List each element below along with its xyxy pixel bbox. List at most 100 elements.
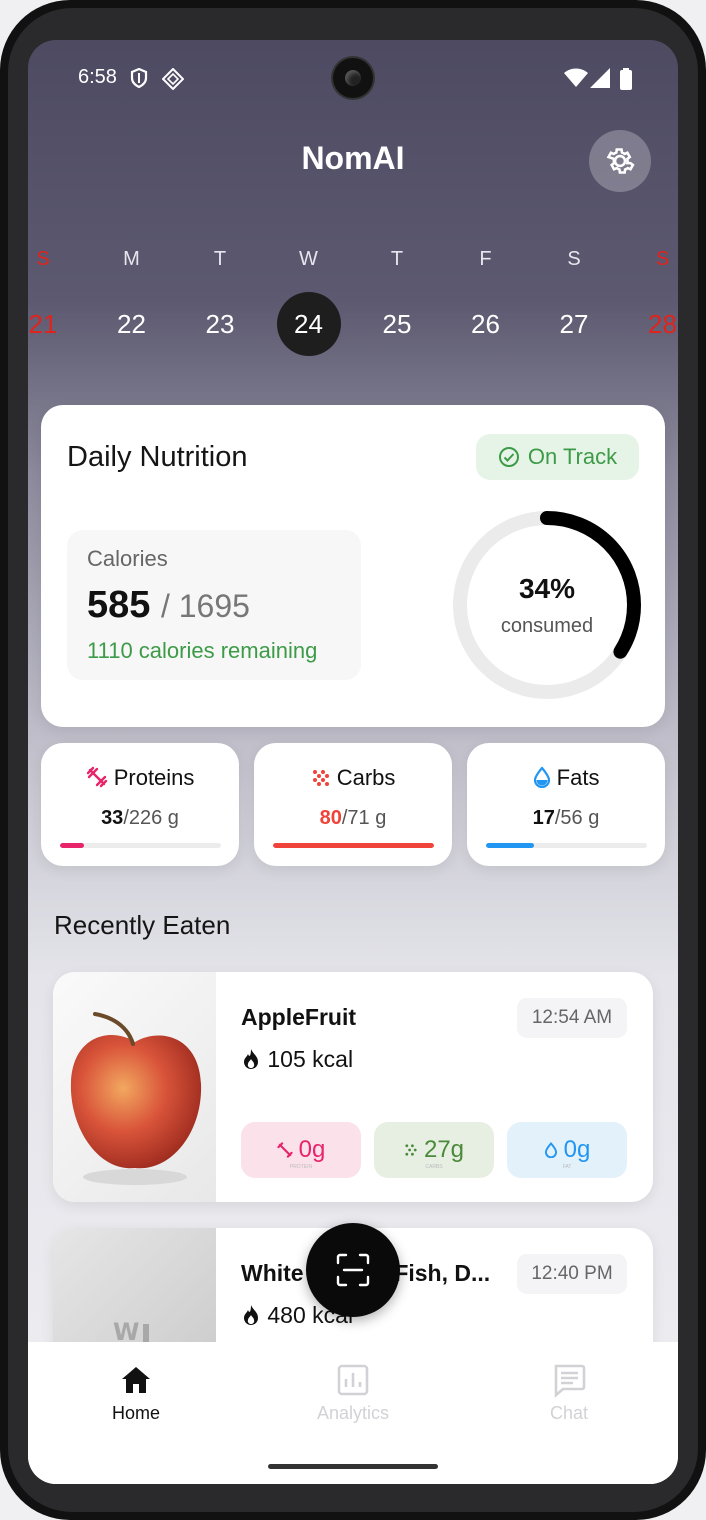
card-title: Daily Nutrition <box>67 441 248 473</box>
carbs-goal: /71 g <box>341 807 387 829</box>
day-number: 26 <box>471 309 500 339</box>
carbs-chip-value: 27g <box>423 1136 465 1163</box>
carbs-bar-fill <box>273 843 434 848</box>
day-number: 28 <box>648 309 677 339</box>
day-number: 25 <box>382 309 412 339</box>
day-name: F <box>479 248 492 270</box>
day-name: M <box>123 248 140 270</box>
day-date: 22 <box>100 292 164 356</box>
calendar-day[interactable]: T 25 <box>365 248 429 356</box>
proteins-value: 33 <box>101 807 124 829</box>
fats-bar-fill <box>486 843 535 848</box>
fats-card: Fats 17/56 g <box>467 743 665 866</box>
gear-icon <box>606 148 635 174</box>
calendar-day[interactable]: S 21 <box>28 248 75 356</box>
nav-analytics-label: Analytics <box>316 1403 390 1423</box>
food-name: AppleFruit <box>241 1004 356 1030</box>
fats-label: Fats <box>556 765 600 790</box>
diamond-icon <box>162 68 184 90</box>
gesture-handle[interactable] <box>268 1464 438 1469</box>
day-name: W <box>299 248 318 270</box>
grain-icon <box>405 1144 417 1156</box>
calories-value: 585 / 1695 <box>87 584 250 627</box>
day-date: 23 <box>188 292 252 356</box>
day-date: 28 <box>631 292 679 356</box>
nav-home-label: Home <box>111 1403 160 1423</box>
fat-chip: 0g FAT <box>507 1122 627 1178</box>
fats-goal: /56 g <box>554 807 600 829</box>
nav-analytics[interactable]: Analytics <box>278 1362 428 1424</box>
calendar-day[interactable]: M 22 <box>100 248 164 356</box>
section-title: Recently Eaten <box>54 910 231 940</box>
day-name: S <box>655 248 670 270</box>
calories-box: Calories 585 / 1695 1110 calories remain… <box>67 530 361 680</box>
dumbbell-icon <box>277 1142 293 1158</box>
carbs-header: Carbs <box>254 765 452 791</box>
wifi-icon <box>564 68 588 87</box>
dumbbell-icon <box>86 766 107 788</box>
flame-icon <box>244 1305 258 1325</box>
fats-amount: 17/56 g <box>467 807 665 830</box>
calendar-day[interactable]: T 23 <box>188 248 252 356</box>
day-date: 27 <box>542 292 606 356</box>
food-item-card[interactable]: AppleFruit 105 kcal 12:54 AM 0g PROTEIN … <box>53 972 653 1202</box>
day-date: 26 <box>454 292 518 356</box>
food-time: 12:40 PM <box>517 1254 627 1294</box>
status-badge-label: On Track <box>527 444 618 469</box>
grain-icon <box>312 770 329 786</box>
nav-chat-label: Chat <box>549 1403 589 1423</box>
calendar-day[interactable]: S 27 <box>542 248 606 356</box>
nav-chat[interactable]: Chat <box>494 1362 644 1424</box>
fats-bar <box>486 843 647 848</box>
day-name: T <box>213 248 227 270</box>
bottom-nav: Home Analytics Chat <box>28 1342 678 1484</box>
scan-icon <box>336 1253 370 1287</box>
day-number: 21 <box>28 309 58 339</box>
proteins-header: Proteins <box>41 765 239 791</box>
day-number: 27 <box>559 309 589 339</box>
protein-chip-value: 0g <box>298 1136 326 1163</box>
nav-home[interactable]: Home <box>61 1362 211 1424</box>
food-image <box>53 972 216 1202</box>
calories-label: Calories <box>87 546 168 571</box>
status-badge: On Track <box>476 434 639 480</box>
day-name: S <box>36 248 50 270</box>
food-calories: 105 kcal <box>241 1046 353 1073</box>
day-number: 24 <box>276 292 341 356</box>
protein-chip: 0g PROTEIN <box>241 1122 361 1178</box>
day-date: 24 <box>276 292 341 356</box>
consumed-label: consumed <box>500 615 594 637</box>
proteins-bar <box>60 843 221 848</box>
carbs-chip: 27g CARBS <box>374 1122 494 1178</box>
consumed-ring: 34% consumed <box>447 505 647 705</box>
day-name: T <box>390 248 404 270</box>
check-circle-icon <box>498 447 519 467</box>
droplet-icon <box>533 766 550 789</box>
scan-food-button[interactable] <box>306 1223 400 1317</box>
calendar-day[interactable]: F 26 <box>454 248 518 356</box>
settings-button[interactable] <box>589 130 651 192</box>
day-date: 21 <box>28 292 75 356</box>
fats-value: 17 <box>532 807 555 829</box>
calories-consumed: 585 <box>87 584 151 626</box>
protein-chip-caption: PROTEIN <box>289 1164 313 1170</box>
food-time: 12:54 AM <box>517 998 627 1038</box>
proteins-goal: /226 g <box>123 807 179 829</box>
battery-icon <box>620 68 632 90</box>
calendar-day[interactable]: S 28 <box>631 248 679 356</box>
status-time: 6:58 <box>78 66 117 88</box>
app-screen: 6:58 NomAI S 21 M 22 T 23 W 24 T 25 F 26 S 27 S 28 Dail… <box>28 40 678 1484</box>
carbs-value: 80 <box>319 807 342 829</box>
proteins-label: Proteins <box>113 765 195 790</box>
app-title: NomAI <box>301 140 405 176</box>
carbs-amount: 80/71 g <box>254 807 452 830</box>
fat-chip-caption: FAT <box>562 1164 572 1170</box>
fats-header: Fats <box>467 765 665 791</box>
carbs-chip-caption: CARBS <box>425 1164 443 1170</box>
apple-image <box>70 1012 202 1185</box>
calendar-day[interactable]: W 24 <box>276 248 341 356</box>
chat-icon <box>554 1364 586 1398</box>
proteins-card: Proteins 33/226 g <box>41 743 239 866</box>
carbs-label: Carbs <box>336 765 396 790</box>
front-camera <box>333 58 373 98</box>
